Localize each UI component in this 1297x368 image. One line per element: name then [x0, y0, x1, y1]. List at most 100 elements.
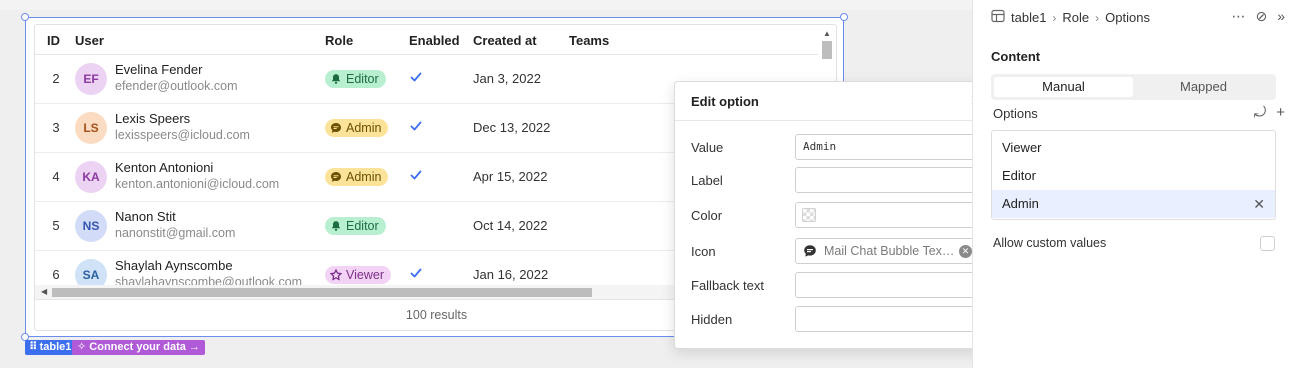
- column-header-user[interactable]: User: [75, 33, 104, 48]
- grid-dots-icon: ⠿: [29, 341, 38, 353]
- add-icon[interactable]: +: [1276, 104, 1285, 121]
- cell-id: 4: [52, 169, 60, 184]
- role-badge: Admin: [325, 119, 389, 137]
- label-row: Label: [691, 167, 981, 193]
- avatar: SA: [75, 259, 107, 285]
- created-at: Oct 14, 2022: [473, 218, 548, 233]
- color-label: Color: [691, 208, 723, 223]
- connect-data-button[interactable]: ✧ Connect your data →: [72, 340, 205, 355]
- icon-row: Icon Mail Chat Bubble Tex… ✕: [691, 238, 981, 264]
- scroll-up-icon[interactable]: ▲: [823, 29, 831, 38]
- link-icon[interactable]: ⤾: [1254, 104, 1267, 121]
- chat-bubble-icon: [329, 122, 342, 135]
- user-name: Lexis Speers: [115, 111, 191, 126]
- column-header-id[interactable]: ID: [47, 33, 60, 48]
- cell-id: 2: [52, 71, 60, 86]
- check-icon: [410, 268, 422, 278]
- breadcrumb-role[interactable]: Role: [1062, 10, 1089, 25]
- option-item-editor[interactable]: Editor: [992, 162, 1275, 190]
- hidden-label: Hidden: [691, 312, 733, 327]
- panel-toolbar: ⋯ ⊘ »: [1231, 8, 1285, 25]
- value-label: Value: [691, 140, 724, 155]
- user-name: Evelina Fender: [115, 62, 203, 77]
- label-label: Label: [691, 173, 723, 188]
- breadcrumb: table1 › Role › Options: [991, 9, 1150, 26]
- mode-toggle: Manual Mapped: [991, 74, 1276, 100]
- horizontal-scroll-thumb[interactable]: [52, 288, 592, 297]
- bell-icon: [329, 220, 342, 233]
- role-badge: Editor: [325, 217, 386, 235]
- option-label: Editor: [1002, 168, 1036, 183]
- role-label: Admin: [346, 170, 382, 184]
- fallback-label: Fallback text: [691, 278, 764, 293]
- table-icon: [991, 9, 1005, 26]
- avatar: EF: [75, 63, 107, 95]
- check-icon: [410, 72, 422, 82]
- column-header-role[interactable]: Role: [325, 33, 353, 48]
- remove-option-icon[interactable]: ✕: [1253, 190, 1265, 218]
- vertical-scroll-thumb[interactable]: [822, 41, 832, 59]
- chevron-right-icon: ›: [1052, 10, 1057, 25]
- option-item-viewer[interactable]: Viewer: [992, 134, 1275, 162]
- avatar: LS: [75, 112, 107, 144]
- column-header-teams[interactable]: Teams: [569, 33, 609, 48]
- scroll-left-icon[interactable]: ◀: [41, 285, 47, 299]
- option-label: Viewer: [1002, 140, 1042, 155]
- role-badge: Admin: [325, 168, 389, 186]
- fallback-input[interactable]: [795, 272, 979, 298]
- option-label: Admin: [1002, 196, 1039, 211]
- cell-id: 6: [52, 267, 60, 282]
- color-input[interactable]: [795, 202, 979, 228]
- role-badge: Editor: [325, 70, 386, 88]
- user-email: kenton.antonioni@icloud.com: [115, 177, 280, 191]
- collapse-panel-icon[interactable]: »: [1277, 8, 1285, 25]
- canvas-top-strip: [0, 0, 972, 10]
- column-header-enabled[interactable]: Enabled: [409, 33, 460, 48]
- created-at: Jan 16, 2022: [473, 267, 549, 282]
- icon-select[interactable]: Mail Chat Bubble Tex… ✕: [795, 238, 979, 264]
- star-icon: [329, 269, 342, 282]
- breadcrumb-table[interactable]: table1: [1011, 10, 1046, 25]
- segment-manual[interactable]: Manual: [994, 77, 1133, 97]
- allow-custom-values-checkbox[interactable]: [1260, 236, 1275, 251]
- hidden-input[interactable]: [795, 306, 979, 332]
- avatar: KA: [75, 161, 107, 193]
- more-icon[interactable]: ⋯: [1231, 8, 1245, 25]
- icon-label: Icon: [691, 244, 716, 259]
- user-email: efender@outlook.com: [115, 79, 238, 93]
- column-header-created-at[interactable]: Created at: [473, 33, 537, 48]
- segment-mapped[interactable]: Mapped: [1134, 77, 1273, 97]
- allow-custom-values-label: Allow custom values: [993, 236, 1107, 250]
- bell-icon: [329, 73, 342, 86]
- user-name: Kenton Antonioni: [115, 160, 214, 175]
- edit-option-popover: Edit option ✕ Value Admin Label Color Ic…: [674, 81, 996, 349]
- role-badge: Viewer: [325, 266, 391, 284]
- color-row: Color: [691, 202, 981, 228]
- resize-handle-tr[interactable]: [840, 13, 848, 21]
- popover-title: Edit option: [691, 94, 759, 109]
- value-input[interactable]: Admin: [795, 134, 979, 160]
- options-toolbar: ⤾ +: [1254, 104, 1285, 121]
- resize-handle-tl[interactable]: [21, 13, 29, 21]
- chevron-right-icon: ›: [1095, 10, 1100, 25]
- created-at: Apr 15, 2022: [473, 169, 548, 184]
- option-item-admin[interactable]: Admin ✕: [992, 190, 1275, 218]
- clear-icon[interactable]: ✕: [959, 245, 972, 258]
- options-label: Options: [993, 106, 1038, 121]
- user-email: nanonstit@gmail.com: [115, 226, 236, 240]
- color-swatch[interactable]: [802, 208, 816, 222]
- role-label: Viewer: [346, 268, 384, 282]
- value-row: Value Admin: [691, 134, 981, 160]
- check-icon: [410, 170, 422, 180]
- chat-bubble-icon: [804, 245, 816, 257]
- component-tag-label: table1: [39, 341, 72, 353]
- label-input[interactable]: [795, 167, 979, 193]
- cell-id: 3: [52, 120, 60, 135]
- unpin-icon[interactable]: ⊘: [1255, 8, 1267, 25]
- user-email: shaylahaynscombe@outlook.com: [115, 275, 303, 285]
- hidden-row: Hidden: [691, 306, 981, 332]
- avatar: NS: [75, 210, 107, 242]
- section-title: Content: [991, 49, 1041, 64]
- breadcrumb-options[interactable]: Options: [1105, 10, 1150, 25]
- component-tag[interactable]: ⠿ table1: [25, 340, 76, 355]
